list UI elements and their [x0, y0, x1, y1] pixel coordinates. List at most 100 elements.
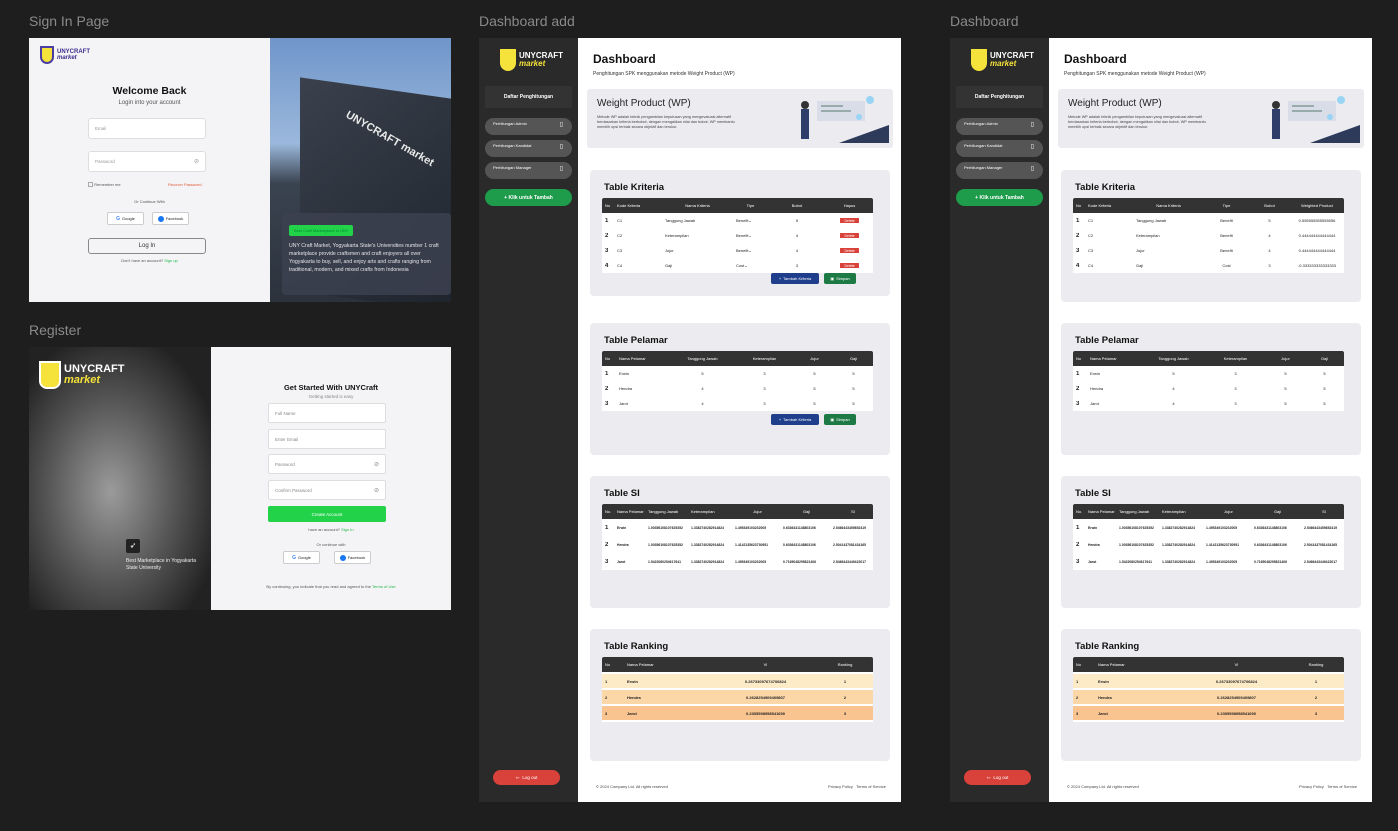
cup-logo-icon	[971, 49, 987, 71]
create-account-button[interactable]: Create Account	[268, 506, 386, 522]
signin-prompt: have an account? Sign In	[211, 527, 451, 532]
nama-cell: Hendra	[1090, 386, 1104, 391]
row-number: 2	[1076, 232, 1080, 239]
eye-off-icon[interactable]: ⊘	[374, 487, 379, 494]
facebook-icon	[157, 215, 164, 222]
trash-icon[interactable]: ▯	[1031, 144, 1034, 150]
confirm-password-input[interactable]: Confirm Password ⊘	[268, 480, 386, 500]
bobot-cell: 4	[795, 248, 799, 253]
facebook-button[interactable]: Facebook	[152, 212, 189, 225]
remember-me-checkbox[interactable]: Remember me	[88, 182, 121, 188]
signin-link[interactable]: Sign In	[341, 527, 353, 532]
sidebar-item-kandidat[interactable]: Perhitungan Kandidat ▯	[956, 140, 1043, 157]
tipe-value: Benefit	[736, 218, 749, 223]
col-no: No	[605, 203, 611, 208]
gj-cell: 0.6336431148803106	[783, 525, 816, 530]
tambah-kriteria-button[interactable]: + Tambah Kriteria	[771, 273, 819, 284]
password-input[interactable]: Password ⊘	[88, 151, 206, 172]
add-calculation-button[interactable]: + Klik untuk Tambah	[485, 189, 572, 206]
col-gj: Gaji	[849, 356, 858, 361]
fullname-input[interactable]: Full Name	[268, 403, 386, 423]
eye-off-icon[interactable]: ⊘	[374, 461, 379, 468]
tipe-select[interactable]: Benefit⌄	[730, 218, 768, 223]
privacy-link[interactable]: Privacy Policy	[828, 784, 853, 789]
row-number: 4	[605, 262, 609, 269]
eye-off-icon[interactable]: ⊘	[194, 158, 199, 165]
email-input[interactable]: Enter Email	[268, 429, 386, 449]
col-no: No.	[605, 509, 612, 514]
col-si: SI	[851, 509, 855, 514]
rank-cell: 1	[843, 678, 847, 684]
vi-cell: 0.2628254909409807	[1217, 694, 1256, 700]
register-or-divider: Or continue with	[316, 542, 346, 547]
signup-link[interactable]: Sign up	[164, 258, 178, 263]
tambah-kriteria-button[interactable]: + Tambah Kriteria	[771, 414, 819, 425]
trash-icon[interactable]: ▯	[560, 122, 563, 128]
add-calculation-button[interactable]: + Klik untuk Tambah	[956, 189, 1043, 206]
sidebar-item-admin[interactable]: Perhitungan Admin ▯	[956, 118, 1043, 135]
sidebar-item-kandidat[interactable]: Perhitungan Kandidat ▯	[485, 140, 572, 157]
frame-label-register: Register	[29, 322, 82, 338]
nama-cell: Hendra	[617, 542, 629, 547]
row-number: 1	[605, 678, 608, 684]
delete-cell: Delete	[823, 233, 873, 238]
privacy-link[interactable]: Privacy Policy	[1299, 784, 1324, 789]
jj-cell: 5	[813, 401, 816, 406]
email-input[interactable]: Email	[88, 118, 206, 139]
col-no: No	[605, 662, 611, 667]
pelamar-title: Table Pelamar	[1075, 335, 1139, 346]
rank-cell: 2	[843, 694, 847, 700]
login-button[interactable]: Log In	[88, 238, 206, 254]
trash-icon[interactable]: ▯	[1031, 166, 1034, 172]
delete-button[interactable]: Delete	[840, 248, 859, 253]
tipe-select[interactable]: Benefit⌄	[730, 248, 768, 253]
brand-logo: UNYCRAFT market	[971, 49, 1034, 71]
tipe-select[interactable]: Cost⌄	[730, 263, 768, 268]
delete-button[interactable]: Delete	[840, 218, 859, 223]
delete-button[interactable]: Delete	[840, 233, 859, 238]
gj-cell: 5	[852, 371, 855, 376]
register-frame: UNYCRAFT market ➶ Best Marketplace in Yo…	[29, 347, 451, 610]
simpan-button[interactable]: ▣ Simpan	[824, 273, 856, 284]
logout-button[interactable]: ⇦ Log out	[493, 770, 560, 785]
jj-cell: 5	[813, 386, 816, 391]
tipe-cell: Benefit	[1220, 248, 1233, 253]
table-row: 1 Erwin 5 3 5 5	[602, 366, 873, 381]
pelamar-section: Table Pelamar No Nama Pelamar Tanggung J…	[590, 323, 890, 455]
add-label: Klik untuk Tambah	[508, 194, 553, 201]
kode-cell: C1	[617, 218, 623, 223]
tipe-cell: Benefit	[1220, 233, 1233, 238]
jj-cell: 1.495349103232005	[1206, 559, 1238, 564]
trash-icon[interactable]: ▯	[560, 166, 563, 172]
trash-icon[interactable]: ▯	[560, 144, 563, 150]
si-section: Table SI No. Nama Pelamar Tanggung Jawab…	[1061, 476, 1361, 608]
col-tipe: Tipe	[1222, 203, 1231, 208]
nama-cell: Keterampilan	[1136, 233, 1160, 238]
sidebar-item-manager[interactable]: Perhitungan Manager ▯	[485, 162, 572, 179]
password-input[interactable]: Password ⊘	[268, 454, 386, 474]
gj-cell: 0.6336431148803106	[783, 542, 816, 547]
trash-icon[interactable]: ▯	[1031, 122, 1034, 128]
wp-info-card: Weight Product (WP) Metode WP adalah tek…	[587, 89, 893, 148]
sidebar-item-manager[interactable]: Perhitungan Manager ▯	[956, 162, 1043, 179]
sidebar-item-admin[interactable]: Perhitungan Admin ▯	[485, 118, 572, 135]
tipe-value: Benefit	[736, 233, 749, 238]
facebook-button[interactable]: Facebook	[334, 551, 371, 564]
terms-link[interactable]: Terms of Use	[372, 584, 396, 589]
kt-cell: 1.3382740282914824	[691, 542, 724, 547]
terms-link[interactable]: Terms of Service	[856, 784, 886, 789]
tipe-select[interactable]: Benefit⌄	[730, 233, 768, 238]
kt-cell: 3	[763, 371, 766, 376]
google-button[interactable]: G Google	[283, 551, 320, 564]
terms-link[interactable]: Terms of Service	[1327, 784, 1357, 789]
delete-button[interactable]: Delete	[840, 263, 859, 268]
logout-button[interactable]: ⇦ Log out	[964, 770, 1031, 785]
google-button[interactable]: G Google	[107, 212, 144, 225]
recover-password-link[interactable]: Recover Password	[168, 182, 202, 187]
simpan-button[interactable]: ▣ Simpan	[824, 414, 856, 425]
kt-cell: 1.3382740282914824	[691, 559, 724, 564]
ranking-section: Table Ranking No Nama Pelamar VI Ranking…	[590, 629, 890, 761]
pelamar-table: No Nama Pelamar Tanggung Jawab Keterampi…	[602, 351, 873, 411]
sidebar-item-label: Perhitungan Manager	[493, 165, 532, 170]
register-subtitle: Getting started is easy	[308, 394, 354, 399]
